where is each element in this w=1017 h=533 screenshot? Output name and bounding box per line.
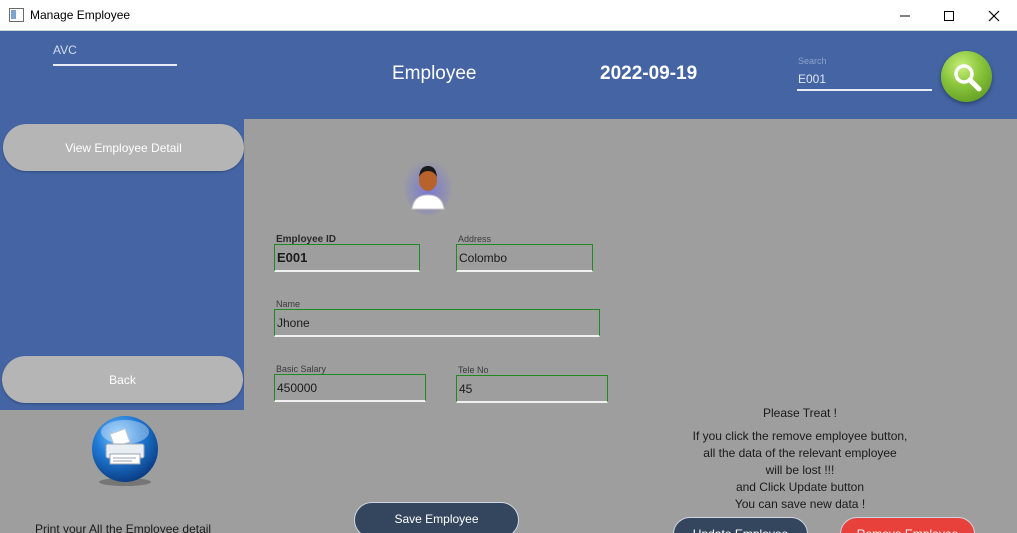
name-field[interactable]: Jhone: [274, 309, 600, 337]
search-icon: [953, 63, 981, 91]
basic-salary-label: Basic Salary: [276, 364, 327, 374]
tele-no-field[interactable]: 45: [456, 375, 608, 403]
search-label: Search: [798, 56, 827, 66]
maximize-icon: [944, 10, 954, 21]
print-description: Print your All the Employee detail: [35, 522, 212, 533]
window-title: Manage Employee: [30, 8, 131, 22]
search-input[interactable]: [797, 69, 932, 91]
avc-underline: [53, 64, 177, 66]
app-icon: [9, 8, 24, 22]
minimize-button[interactable]: [882, 0, 928, 31]
remove-employee-button[interactable]: Remove Employee: [840, 517, 975, 533]
notice-line-2: all the data of the relevant employee: [703, 446, 897, 460]
notice-text: Please Treat ! If you click the remove e…: [650, 405, 950, 513]
address-label: Address: [458, 234, 492, 244]
notice-heading: Please Treat !: [762, 406, 838, 420]
name-label: Name: [276, 299, 301, 309]
employee-id-field[interactable]: E001: [274, 244, 420, 272]
maximize-button[interactable]: [926, 0, 972, 31]
avatar: [404, 155, 452, 215]
notice-line-1: If you click the remove employee button,: [692, 429, 908, 443]
printer-icon: [92, 416, 158, 486]
user-avatar-icon: [404, 159, 452, 215]
tele-no-label: Tele No: [458, 365, 489, 375]
save-employee-button[interactable]: Save Employee: [354, 502, 519, 533]
view-employee-detail-button[interactable]: View Employee Detail: [3, 124, 244, 171]
notice-line-3: will be lost !!!: [765, 463, 835, 477]
basic-salary-field[interactable]: 450000: [274, 374, 426, 402]
back-button[interactable]: Back: [2, 356, 243, 403]
page-title: Employee: [392, 63, 477, 84]
close-button[interactable]: [971, 0, 1017, 31]
print-button[interactable]: [90, 414, 160, 488]
title-bar: Manage Employee: [0, 0, 1017, 31]
address-field[interactable]: Colombo: [456, 244, 593, 272]
manage-employee-window: Manage Employee AVC Employee 2022-09-19 …: [0, 0, 1017, 533]
update-employee-button[interactable]: Update Employee: [673, 517, 808, 533]
header-bar: AVC Employee 2022-09-19 Search: [0, 31, 1017, 119]
notice-line-5: You can save new data !: [734, 497, 866, 511]
search-button[interactable]: [941, 51, 992, 102]
close-icon: [988, 10, 1000, 21]
avc-label: AVC: [53, 43, 77, 57]
minimize-icon: [900, 15, 910, 16]
current-date: 2022-09-19: [600, 63, 698, 84]
notice-line-4: and Click Update button: [735, 480, 865, 494]
